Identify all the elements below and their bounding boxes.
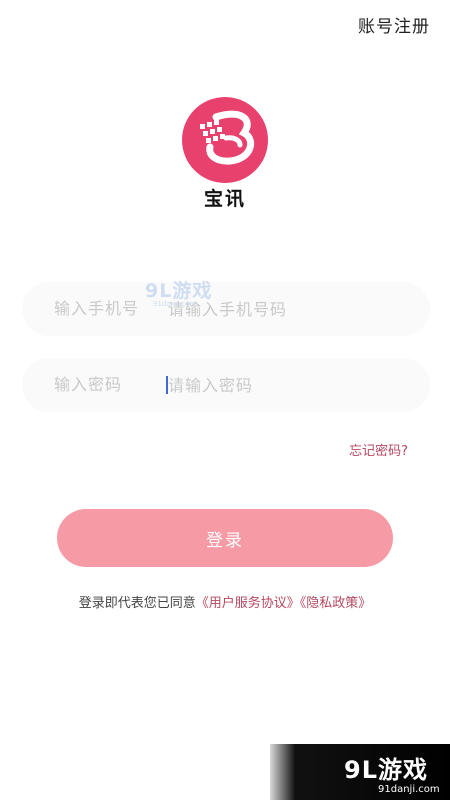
phone-field-row: 输入手机号 — [22, 282, 430, 336]
password-label: 输入密码 — [54, 375, 123, 394]
app-logo — [182, 97, 268, 183]
password-field-row: 输入密码 — [22, 358, 430, 412]
register-link[interactable]: 账号注册 — [358, 12, 430, 37]
agreement-text: 登录即代表您已同意《用户服务协议》《隐私政策》 — [0, 592, 450, 611]
phone-label: 输入手机号 — [54, 299, 140, 318]
login-button[interactable]: 登录 — [57, 509, 393, 567]
terms-link[interactable]: 《用户服务协议》 — [196, 596, 300, 611]
app-logo-icon — [200, 110, 255, 165]
watermark-url: 91danji.com — [378, 784, 440, 795]
password-input[interactable] — [168, 370, 408, 400]
agreement-prefix: 登录即代表您已同意 — [78, 596, 196, 611]
watermark-brand-text: 9L游戏 — [145, 280, 213, 302]
watermark-overlay: 9L游戏 91danji.com — [145, 276, 213, 308]
watermark-logo: 9L游戏 — [344, 756, 428, 784]
forgot-password-link[interactable]: 忘记密码? — [349, 440, 408, 459]
privacy-link[interactable]: 《隐私政策》 — [300, 596, 372, 611]
watermark-site-text: 91danji.com — [153, 300, 197, 308]
app-name: 宝讯 — [203, 188, 246, 210]
